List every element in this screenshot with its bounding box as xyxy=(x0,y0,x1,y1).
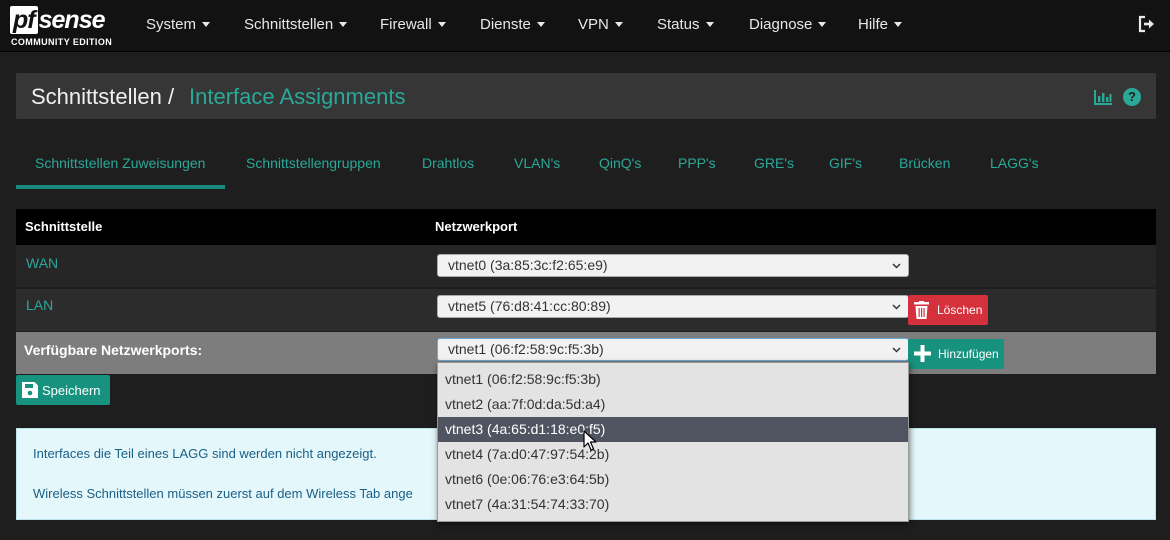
nav-item-hilfe[interactable]: Hilfe xyxy=(858,16,903,33)
logo-edition: COMMUNITY EDITION xyxy=(11,37,113,47)
tab-laggs[interactable]: LAGG's xyxy=(990,155,1039,171)
logout-icon[interactable] xyxy=(1138,15,1156,33)
caret-down-icon xyxy=(818,21,827,27)
caret-down-icon xyxy=(202,21,211,27)
dropdown-option-vtnet4[interactable]: vtnet4 (7a:d0:47:97:54:2b) xyxy=(438,442,908,467)
breadcrumb: Schnittstellen / Interface Assignments ? xyxy=(16,73,1156,119)
dropdown-option-vtnet3[interactable]: vtnet3 (4a:65:d1:18:e0:f5) xyxy=(438,417,908,442)
tab-bruecken[interactable]: Brücken xyxy=(899,155,950,171)
nav-item-firewall[interactable]: Firewall xyxy=(380,16,446,33)
caret-down-icon xyxy=(339,21,348,27)
dropdown-option-vtnet7[interactable]: vtnet7 (4a:31:54:74:33:70) xyxy=(438,492,908,517)
dropdown-option-vtnet2[interactable]: vtnet2 (aa:7f:0d:da:5d:a4) xyxy=(438,392,908,417)
info-text-lagg: Interfaces die Teil eines LAGG sind werd… xyxy=(33,446,377,461)
column-header-port: Netzwerkport xyxy=(435,219,518,234)
dropdown-option-vtnet6[interactable]: vtnet6 (0e:06:76:e3:64:5b) xyxy=(438,467,908,492)
port-select-wan[interactable]: vtnet0 (3a:85:3c:f2:65:e9) xyxy=(437,254,909,277)
bar-chart-icon[interactable] xyxy=(1094,89,1113,105)
interface-link-lan[interactable]: LAN xyxy=(26,297,53,313)
caret-down-icon xyxy=(705,21,714,27)
floppy-disk-icon xyxy=(22,382,38,398)
info-text-wireless: Wireless Schnittstellen müssen zuerst au… xyxy=(33,486,413,501)
port-dropdown-list: vtnet1 (06:f2:58:9c:f5:3b) vtnet2 (aa:7f… xyxy=(437,362,909,522)
question-circle-icon[interactable]: ? xyxy=(1123,88,1141,106)
trash-icon xyxy=(914,301,929,319)
mouse-cursor-icon xyxy=(583,430,597,451)
caret-down-icon xyxy=(437,21,446,27)
tab-schnittstellengruppen[interactable]: Schnittstellengruppen xyxy=(246,155,381,171)
nav-item-status[interactable]: Status xyxy=(657,16,714,33)
page-subtitle: Interface Assignments xyxy=(189,84,406,109)
tab-vlans[interactable]: VLAN's xyxy=(514,155,560,171)
nav-item-vpn[interactable]: VPN xyxy=(578,16,623,33)
dropdown-option-vtnet1[interactable]: vtnet1 (06:f2:58:9c:f5:3b) xyxy=(438,367,908,392)
active-tab-indicator xyxy=(16,185,225,189)
interface-link-wan[interactable]: WAN xyxy=(26,255,58,271)
nav-item-dienste[interactable]: Dienste xyxy=(480,16,545,33)
page-title[interactable]: Schnittstellen / xyxy=(31,84,174,110)
delete-button[interactable]: Löschen xyxy=(908,295,988,325)
nav-item-diagnose[interactable]: Diagnose xyxy=(749,16,827,33)
nav-item-schnittstellen[interactable]: Schnittstellen xyxy=(244,16,348,33)
port-select-lan[interactable]: vtnet5 (76:d8:41:cc:80:89) xyxy=(437,295,909,318)
add-button[interactable]: Hinzufügen xyxy=(908,339,1004,369)
logo-mark: pf sense xyxy=(10,6,105,34)
tab-qinqs[interactable]: QinQ's xyxy=(599,155,641,171)
caret-down-icon xyxy=(894,21,903,27)
chevron-down-icon xyxy=(892,347,901,353)
table-header: Schnittstelle Netzwerkport xyxy=(16,209,1156,245)
pfsense-logo[interactable]: pf sense COMMUNITY EDITION xyxy=(10,6,120,48)
top-navbar: pf sense COMMUNITY EDITION System Schnitt… xyxy=(0,0,1170,52)
tab-ppps[interactable]: PPP's xyxy=(678,155,716,171)
available-ports-label: Verfügbare Netzwerkports: xyxy=(24,342,203,358)
chevron-down-icon xyxy=(892,263,901,269)
chevron-down-icon xyxy=(892,304,901,310)
available-port-select[interactable]: vtnet1 (06:f2:58:9c:f5:3b) xyxy=(437,338,909,361)
tab-gres[interactable]: GRE's xyxy=(754,155,794,171)
tab-drahtlos[interactable]: Drahtlos xyxy=(422,155,474,171)
plus-icon xyxy=(914,345,931,362)
tab-bar: Schnittstellen Zuweisungen Schnittstelle… xyxy=(16,140,1156,190)
save-button[interactable]: Speichern xyxy=(16,375,110,405)
tab-gifs[interactable]: GIF's xyxy=(829,155,862,171)
table-row-wan: WAN vtnet0 (3a:85:3c:f2:65:e9) xyxy=(16,245,1156,287)
caret-down-icon xyxy=(614,21,623,27)
caret-down-icon xyxy=(536,21,545,27)
column-header-interface: Schnittstelle xyxy=(25,219,103,234)
tab-schnittstellen-zuweisungen[interactable]: Schnittstellen Zuweisungen xyxy=(35,155,205,171)
nav-item-system[interactable]: System xyxy=(146,16,211,33)
